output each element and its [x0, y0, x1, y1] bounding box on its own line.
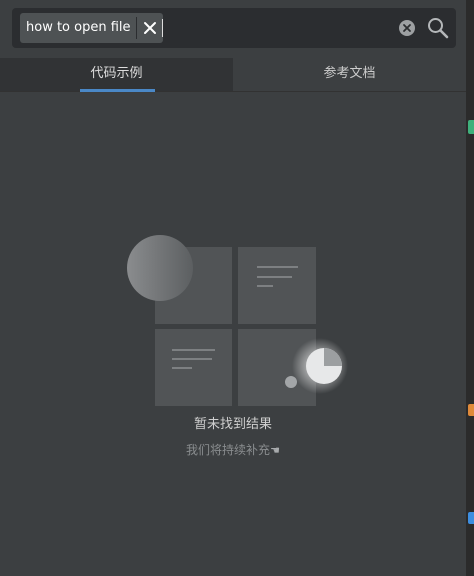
query-tag-label: how to open file [26, 20, 131, 35]
search-panel: how to open file [0, 0, 466, 56]
empty-state-subtitle: 我们将持续补充☚ [0, 441, 466, 458]
edge-marker-orange[interactable] [468, 404, 474, 416]
hand-pointing-icon: ☚ [270, 444, 280, 457]
search-icon[interactable] [427, 17, 449, 39]
query-tag[interactable]: how to open file [20, 13, 163, 43]
close-icon [143, 22, 156, 34]
empty-results-illustration [127, 235, 348, 406]
clear-circle-icon[interactable] [398, 19, 416, 37]
tab-reference-docs[interactable]: 参考文档 [233, 58, 466, 91]
search-input-caret[interactable] [162, 19, 163, 37]
empty-state-subtitle-text: 我们将持续补充 [186, 443, 271, 457]
tab-code-examples-label: 代码示例 [90, 66, 143, 81]
active-tab-indicator [80, 89, 155, 92]
edge-marker-green[interactable] [468, 120, 474, 134]
empty-state-title: 暂未找到结果 [193, 417, 272, 432]
tab-code-examples[interactable]: 代码示例 [0, 58, 233, 92]
edge-marker-blue[interactable] [468, 512, 474, 524]
result-tabs: 代码示例 参考文档 [0, 58, 466, 92]
search-box[interactable]: how to open file [12, 8, 456, 48]
right-tool-strip [466, 0, 474, 576]
remove-query-tag-button[interactable] [137, 13, 163, 43]
tab-reference-docs-label: 参考文档 [323, 66, 376, 81]
